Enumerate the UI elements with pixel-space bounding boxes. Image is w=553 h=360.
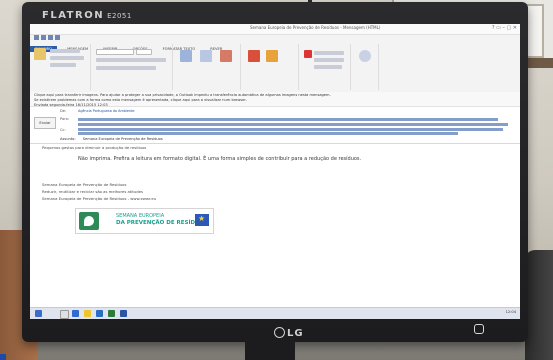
attach-file-icon[interactable]	[220, 50, 232, 62]
body-main-text: Não imprima. Prefira a leitura em format…	[78, 156, 362, 162]
monitor-stand	[245, 342, 295, 360]
tags-group	[300, 44, 351, 90]
basic-text-group	[92, 44, 173, 90]
cc-recipients[interactable]	[78, 132, 458, 135]
to-recipients[interactable]	[78, 118, 498, 121]
power-button-icon[interactable]	[474, 324, 484, 334]
eu-flag-icon	[195, 214, 209, 226]
monitor: FLATRON E2051 Semana Europeia de Prevençã…	[22, 2, 528, 342]
body-line: Reduzir, reutilizar e reciclar são as me…	[42, 189, 143, 194]
dark-object	[525, 250, 553, 360]
taskbar: 12:04	[30, 307, 520, 319]
subject-value: Semana Europeia de Prevenção de Resíduos	[82, 137, 163, 141]
file-explorer-icon[interactable]	[60, 310, 69, 319]
window-controls[interactable]: ? ▭ – ▢ ✕	[492, 25, 517, 31]
subject-label: Assunto:	[60, 137, 76, 141]
cc-label: Cc:	[60, 128, 66, 132]
body-line: Pequenos gestos para diminuir a produção…	[42, 145, 147, 150]
zoom-group	[352, 44, 379, 90]
ribbon-groups	[30, 44, 520, 92]
clipboard-group	[30, 44, 91, 90]
monitor-brand: FLATRON E2051	[42, 10, 132, 21]
from-label: De:	[60, 109, 67, 113]
send-button[interactable]: Enviar	[34, 117, 56, 129]
screen: Semana Europeia de Prevenção de Resíduos…	[30, 24, 520, 319]
excel-icon[interactable]	[108, 310, 115, 317]
to-label: Para:	[60, 117, 70, 121]
banner-line: SEMANA EUROPEIA	[116, 213, 165, 219]
word-icon[interactable]	[120, 310, 127, 317]
info-bar: Clique aqui para transferir imagens. Par…	[30, 92, 520, 107]
cc-recipients[interactable]	[78, 128, 503, 131]
quick-access-toolbar[interactable]	[34, 25, 74, 40]
ewwr-banner[interactable]: SEMANA EUROPEIA DA PREVENÇÃO DE RESÍDUOS	[75, 208, 214, 234]
follow-up-flag-icon[interactable]	[304, 50, 312, 58]
zoom-icon[interactable]	[359, 50, 371, 62]
title-bar: Semana Europeia de Prevenção de Resíduos…	[30, 24, 520, 40]
taskbar-clock: 12:04	[505, 310, 516, 314]
names-group	[174, 44, 241, 90]
check-names-icon[interactable]	[200, 50, 212, 62]
ewwr-logo-icon	[79, 212, 99, 230]
include-group	[242, 44, 299, 90]
ribbon-tabs: FICHEIRO MENSAGEM INSERIR OPÇÕES FORMATA…	[30, 35, 520, 52]
corner-mark	[0, 354, 6, 360]
message-body[interactable]: Pequenos gestos para diminuir a produção…	[30, 144, 520, 304]
body-line[interactable]: Semana Europeia de Prevenção de Resíduos…	[42, 196, 156, 201]
lg-logo: LG	[274, 327, 304, 339]
subject-line[interactable]: Assunto: Semana Europeia de Prevenção de…	[60, 137, 163, 141]
outlook-icon[interactable]	[96, 310, 103, 317]
body-line: Semana Europeia de Prevenção de Resíduos	[42, 182, 127, 187]
attach-item-icon[interactable]	[248, 50, 260, 62]
browser-icon[interactable]	[72, 310, 79, 317]
address-book-icon[interactable]	[180, 50, 192, 62]
window-title: Semana Europeia de Prevenção de Resíduos…	[250, 25, 381, 30]
to-recipients[interactable]	[78, 123, 508, 126]
signature-icon[interactable]	[266, 50, 278, 62]
message-header: De: Agência Portuguesa do Ambiente Envia…	[30, 107, 520, 144]
start-icon[interactable]	[35, 310, 42, 317]
folder-icon[interactable]	[84, 310, 91, 317]
ribbon: Semana Europeia de Prevenção de Resíduos…	[30, 24, 520, 93]
from-value[interactable]: Agência Portuguesa do Ambiente	[78, 109, 135, 113]
paste-icon[interactable]	[34, 48, 46, 60]
